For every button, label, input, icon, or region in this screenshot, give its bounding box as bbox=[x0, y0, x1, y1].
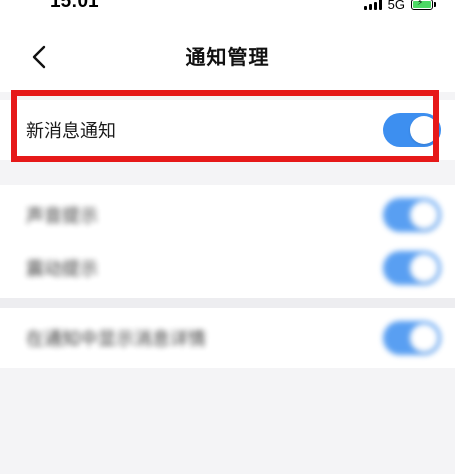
setting-row-sound: 声音提示 bbox=[0, 185, 455, 245]
toggle-knob bbox=[410, 116, 438, 144]
setting-label-sound: 声音提示 bbox=[26, 206, 98, 227]
network-label: 5G bbox=[387, 0, 405, 12]
signal-bars-icon bbox=[363, 0, 382, 10]
show-details-toggle[interactable] bbox=[383, 321, 441, 355]
battery-charging-icon: ⚡ bbox=[411, 0, 436, 10]
toggle-knob bbox=[410, 254, 438, 282]
page-title: 通知管理 bbox=[185, 45, 270, 69]
setting-label-vibration: 震动提示 bbox=[26, 259, 98, 280]
toggle-knob bbox=[410, 324, 438, 352]
vibration-toggle[interactable] bbox=[383, 251, 441, 285]
setting-label-new-message: 新消息通知 bbox=[26, 121, 116, 142]
status-bar: 15:01 5G ⚡ bbox=[0, 0, 455, 22]
setting-row-new-message: 新消息通知 bbox=[0, 100, 455, 160]
setting-label-show-details: 在通知中显示消息详情 bbox=[26, 329, 206, 350]
nav-bar: 通知管理 bbox=[0, 22, 455, 92]
new-message-toggle[interactable] bbox=[383, 113, 441, 147]
toggle-knob bbox=[410, 201, 438, 229]
status-time: 15:01 bbox=[50, 0, 99, 12]
sound-toggle[interactable] bbox=[383, 198, 441, 232]
setting-row-vibration: 震动提示 bbox=[0, 238, 455, 298]
section-gap bbox=[0, 298, 455, 308]
setting-row-show-details: 在通知中显示消息详情 bbox=[0, 308, 455, 368]
status-indicators: 5G ⚡ bbox=[363, 0, 436, 12]
